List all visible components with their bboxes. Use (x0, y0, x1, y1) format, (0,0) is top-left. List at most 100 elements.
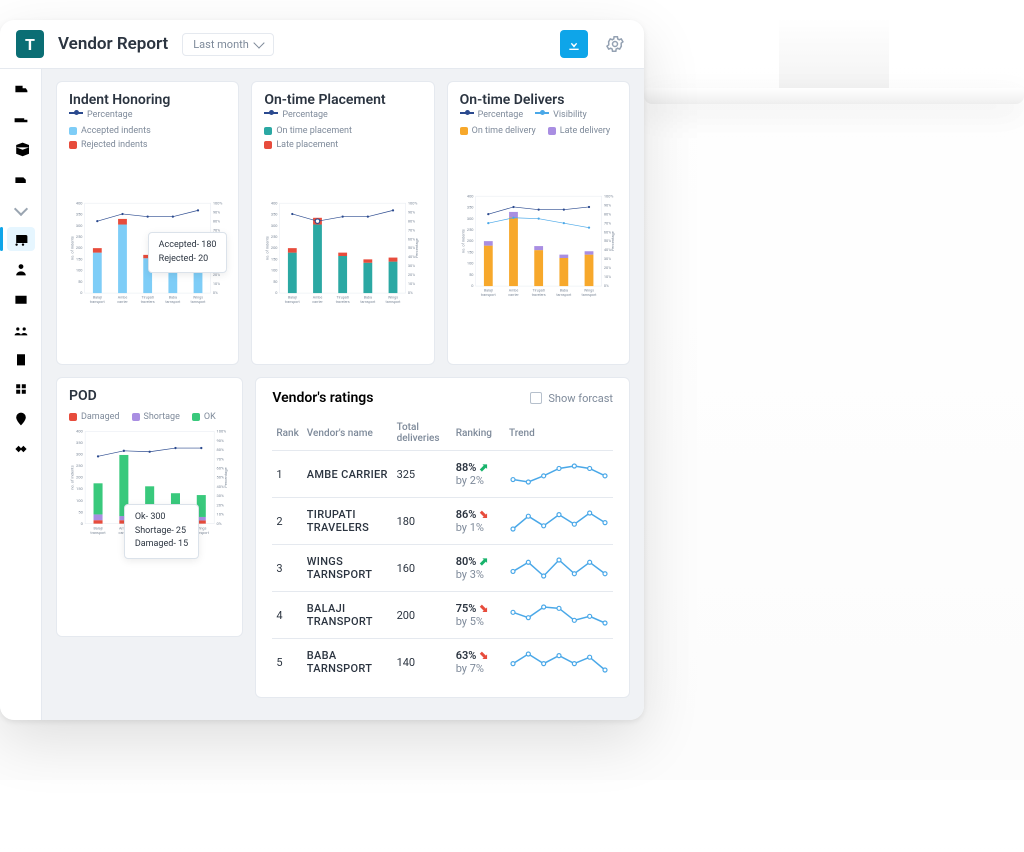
svg-text:350: 350 (76, 212, 83, 217)
svg-text:transport: transport (285, 300, 301, 304)
svg-text:Percentage: Percentage (223, 467, 228, 487)
svg-text:0: 0 (81, 521, 84, 526)
svg-text:200: 200 (76, 245, 83, 250)
settings-button[interactable] (602, 31, 628, 57)
table-row[interactable]: 3WINGS TARNSPORT16080% ⬈ by 3% (272, 545, 613, 592)
vendor-name-cell: BALAJI TRANSPORT (303, 592, 393, 639)
card-icon (13, 291, 29, 307)
svg-text:400: 400 (271, 200, 278, 205)
svg-text:tarnsport: tarnsport (165, 300, 181, 304)
svg-text:tarnsport: tarnsport (386, 300, 402, 304)
svg-text:300: 300 (76, 223, 83, 228)
period-dropdown[interactable]: Last month (182, 33, 274, 56)
table-row[interactable]: 4BALAJI TRANSPORT20075% ⬊ by 5% (272, 592, 613, 639)
svg-text:Baba: Baba (559, 289, 567, 293)
rank-cell: 4 (272, 592, 302, 639)
legend-item: Late placement (264, 140, 338, 150)
ratings-col-header: Trend (505, 416, 613, 451)
svg-text:travelers: travelers (336, 300, 350, 304)
svg-text:70%: 70% (603, 220, 610, 225)
svg-text:200: 200 (76, 475, 84, 480)
svg-text:Baba: Baba (364, 296, 372, 300)
svg-text:carrier: carrier (117, 300, 128, 304)
sidebar-item-trailer[interactable] (7, 107, 35, 131)
svg-text:200: 200 (467, 238, 474, 243)
sidebar-item-box[interactable] (7, 137, 35, 161)
svg-text:90%: 90% (213, 209, 220, 214)
trend-cell (505, 545, 613, 592)
chart-title: On-time Delivers (460, 92, 617, 108)
svg-text:Balaji: Balaji (484, 289, 493, 293)
bus-icon (13, 231, 29, 247)
apps-icon (13, 381, 29, 397)
sidebar-item-bus[interactable] (7, 227, 35, 251)
download-icon (566, 36, 582, 52)
svg-text:Balaji: Balaji (93, 526, 102, 530)
sidebar-item-handshake[interactable] (7, 437, 35, 461)
chart-title: POD (69, 388, 230, 404)
chart-tooltip: Accepted- 180Rejected- 20 (148, 232, 228, 273)
svg-text:Wings: Wings (388, 296, 398, 300)
svg-text:tarnsport: tarnsport (361, 300, 377, 304)
sidebar-item-map-pin[interactable] (7, 407, 35, 431)
total-cell: 160 (393, 545, 452, 592)
map-pin-icon (13, 411, 29, 427)
svg-text:400: 400 (467, 193, 474, 198)
chart-card-pod: PODDamagedShortageOK05010015020025030035… (56, 377, 243, 637)
sidebar (0, 69, 42, 720)
svg-text:300: 300 (271, 223, 278, 228)
download-button[interactable] (560, 30, 588, 58)
svg-text:10%: 10% (217, 512, 225, 517)
svg-text:250: 250 (76, 234, 83, 239)
svg-text:100%: 100% (213, 200, 223, 205)
total-cell: 140 (393, 639, 452, 686)
svg-text:100%: 100% (603, 193, 613, 198)
app-logo[interactable]: T (16, 30, 44, 58)
sidebar-item-user[interactable] (7, 257, 35, 281)
sidebar-item-building[interactable] (7, 347, 35, 371)
svg-text:Tirupati: Tirupati (532, 289, 545, 293)
table-row[interactable]: 1AMBE CARRIER32588% ⬈ by 2% (272, 451, 613, 498)
sidebar-item-van[interactable] (7, 167, 35, 191)
box-icon (13, 141, 29, 157)
chart-svg: 0501001502002503003504000%10%20%30%40%50… (460, 142, 617, 356)
total-cell: 180 (393, 498, 452, 545)
svg-text:30%: 30% (408, 263, 415, 268)
svg-text:travelers: travelers (531, 293, 545, 297)
svg-text:travelers: travelers (141, 300, 155, 304)
chart-title: Indent Honoring (69, 92, 226, 108)
svg-text:Baba: Baba (169, 296, 177, 300)
table-row[interactable]: 5BABA TARNSPORT14063% ⬊ by 7% (272, 639, 613, 686)
svg-text:carrier: carrier (313, 300, 324, 304)
gear-icon (605, 34, 625, 54)
svg-text:no. of indents: no. of indents (69, 236, 74, 260)
sidebar-item-chevron[interactable] (7, 197, 35, 221)
screen: T Vendor Report Last month Indent Honori… (0, 20, 644, 720)
svg-text:100%: 100% (217, 429, 227, 434)
sidebar-item-truck[interactable] (7, 77, 35, 101)
rank-cell: 5 (272, 639, 302, 686)
svg-text:no. of indents: no. of indents (460, 229, 465, 253)
svg-text:0%: 0% (217, 521, 222, 526)
svg-text:50: 50 (78, 279, 82, 284)
svg-text:Wings: Wings (193, 296, 203, 300)
svg-text:50: 50 (273, 279, 277, 284)
svg-text:100: 100 (271, 268, 278, 273)
sidebar-item-apps[interactable] (7, 377, 35, 401)
trailer-icon (13, 111, 29, 127)
svg-text:transport: transport (90, 300, 106, 304)
sparkline (509, 461, 609, 487)
legend-item: On time placement (264, 126, 352, 136)
content: Indent HonoringPercentageAccepted indent… (42, 69, 644, 720)
table-row[interactable]: 2TIRUPATI TRAVELERS18086% ⬊ by 1% (272, 498, 613, 545)
svg-text:90%: 90% (603, 202, 610, 207)
svg-text:Ambe: Ambe (118, 296, 128, 300)
svg-text:Wings: Wings (584, 289, 594, 293)
show-forecast-toggle[interactable]: Show forcast (530, 392, 613, 405)
svg-text:Ambe: Ambe (313, 296, 323, 300)
sidebar-item-team[interactable] (7, 317, 35, 341)
svg-text:Percentage: Percentage (414, 238, 419, 258)
legend-item: Percentage (264, 110, 327, 120)
show-forecast-label: Show forcast (548, 392, 613, 405)
sidebar-item-card[interactable] (7, 287, 35, 311)
